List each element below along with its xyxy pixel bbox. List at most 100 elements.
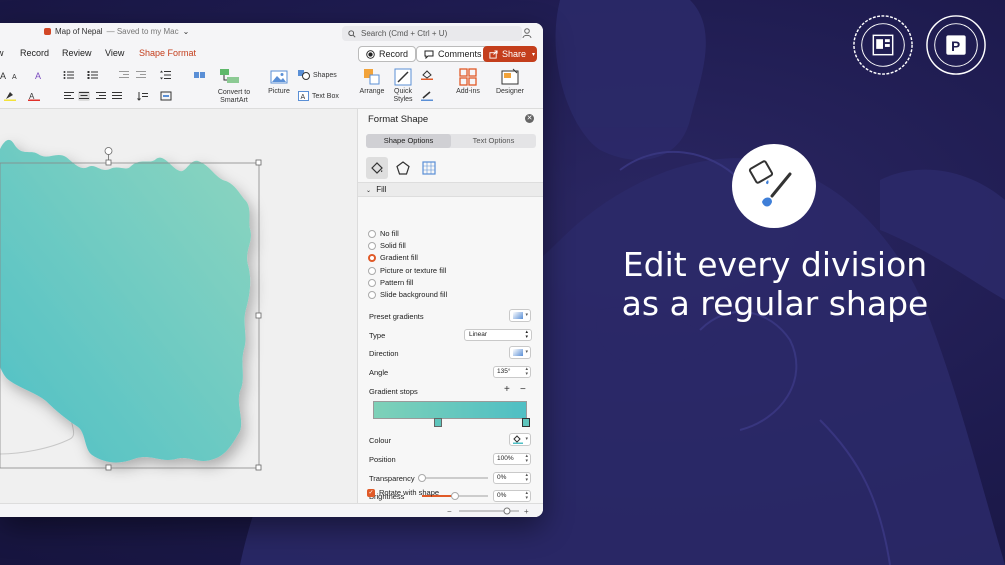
stepper-icon[interactable]: ▴ ▾ bbox=[525, 367, 528, 377]
editable-powerpoint-seal: P bbox=[926, 15, 986, 75]
comments-button[interactable]: Comments bbox=[416, 46, 490, 62]
convert-smartart-button[interactable]: Convert to SmartArt bbox=[214, 89, 254, 105]
powerpoint-window: Map of Nepal — Saved to my Mac ⌄ Search … bbox=[0, 23, 543, 517]
add-stop-button[interactable]: + bbox=[504, 384, 510, 395]
effects-tab[interactable] bbox=[392, 157, 414, 179]
slider-knob[interactable] bbox=[418, 474, 426, 482]
radio-picture-fill[interactable]: Picture or texture fill bbox=[368, 266, 446, 275]
rotate-with-shape-label: Rotate with shape bbox=[379, 488, 440, 497]
format-shape-pane: Format Shape ✕ Shape Options Text Option… bbox=[357, 109, 543, 503]
size-properties-tab[interactable] bbox=[418, 157, 440, 179]
line-spacing-icon[interactable] bbox=[160, 70, 172, 80]
decrease-indent-icon[interactable] bbox=[118, 70, 130, 80]
picture-label: Picture bbox=[268, 88, 290, 95]
text-box-button[interactable]: A Text Box bbox=[298, 91, 339, 101]
record-button[interactable]: Record bbox=[358, 46, 417, 62]
share-people-icon[interactable] bbox=[521, 27, 533, 39]
close-icon[interactable]: ✕ bbox=[525, 114, 534, 123]
checkbox-checked-icon: ✓ bbox=[367, 488, 375, 497]
font-color-icon[interactable]: A bbox=[28, 91, 40, 101]
arrange-button[interactable]: Arrange bbox=[357, 68, 387, 96]
brightness-value: 0% bbox=[497, 492, 507, 499]
zoom-slider[interactable]: − + bbox=[447, 507, 532, 515]
tab-record[interactable]: Record bbox=[20, 48, 49, 58]
tab-animations[interactable]: w bbox=[0, 48, 4, 58]
radio-no-fill[interactable]: No fill bbox=[368, 229, 399, 238]
slide-canvas[interactable] bbox=[0, 109, 357, 503]
tab-view[interactable]: View bbox=[105, 48, 124, 58]
gradient-stop-handle[interactable] bbox=[434, 418, 442, 427]
add-ins-icon bbox=[459, 68, 477, 86]
title-bar: Map of Nepal — Saved to my Mac ⌄ Search … bbox=[0, 23, 543, 43]
numbering-icon[interactable] bbox=[87, 70, 99, 80]
slider-knob[interactable] bbox=[451, 492, 459, 500]
preset-gradients-dropdown[interactable]: ▾ bbox=[509, 309, 531, 322]
transparency-slider[interactable] bbox=[418, 474, 488, 482]
align-right-icon[interactable] bbox=[95, 91, 107, 101]
bullets-icon[interactable] bbox=[63, 70, 75, 80]
text-direction-icon[interactable] bbox=[137, 91, 149, 101]
share-button[interactable]: Share ▾ bbox=[483, 46, 537, 62]
transparency-label: Transparency bbox=[369, 474, 415, 483]
align-center-icon[interactable] bbox=[78, 91, 90, 101]
rotate-with-shape-checkbox[interactable]: ✓ Rotate with shape bbox=[367, 488, 439, 497]
stepper-icon[interactable]: ▴ ▾ bbox=[525, 491, 528, 501]
fill-line-tab[interactable] bbox=[366, 157, 388, 179]
options-segmented-control: Shape Options Text Options bbox=[366, 134, 536, 148]
clear-format-icon[interactable]: A bbox=[35, 70, 47, 80]
gradient-stop-handle-selected[interactable] bbox=[522, 418, 530, 427]
direction-label: Direction bbox=[369, 349, 399, 358]
arrange-icon bbox=[364, 69, 380, 85]
designer-icon bbox=[501, 68, 519, 85]
transparency-input[interactable]: 0% ▴ ▾ bbox=[493, 472, 531, 484]
align-text-icon[interactable] bbox=[160, 91, 172, 101]
shapes-icon bbox=[298, 70, 310, 80]
radio-solid-fill[interactable]: Solid fill bbox=[368, 241, 406, 250]
designer-button[interactable]: Designer bbox=[494, 68, 526, 96]
gradient-bar[interactable] bbox=[373, 401, 527, 419]
shapes-button[interactable]: Shapes bbox=[298, 70, 337, 80]
font-size-up-icon[interactable]: A bbox=[0, 70, 12, 80]
position-label: Position bbox=[369, 455, 396, 464]
slide-content bbox=[0, 109, 357, 503]
tab-review[interactable]: Review bbox=[62, 48, 92, 58]
angle-input[interactable]: 135° ▴ ▾ bbox=[493, 366, 531, 378]
justify-icon[interactable] bbox=[111, 91, 123, 101]
type-select[interactable]: Linear ▴ ▾ bbox=[464, 329, 532, 341]
highlight-color-icon[interactable] bbox=[4, 91, 16, 101]
stepper-icon[interactable]: ▴ ▾ bbox=[525, 473, 528, 483]
direction-dropdown[interactable]: ▾ bbox=[509, 346, 531, 359]
quick-styles-icon bbox=[394, 68, 412, 86]
search-input[interactable]: Search (Cmd + Ctrl + U) bbox=[342, 26, 522, 41]
brightness-input[interactable]: 0% ▴ ▾ bbox=[493, 490, 531, 502]
shape-options-tab[interactable]: Shape Options bbox=[366, 134, 451, 148]
font-size-down-icon[interactable]: A bbox=[12, 70, 24, 80]
align-left-icon[interactable] bbox=[63, 91, 75, 101]
position-input[interactable]: 100% ▴ ▾ bbox=[493, 453, 531, 465]
add-ins-button[interactable]: Add-ins bbox=[454, 68, 482, 96]
radio-slide-background-fill[interactable]: Slide background fill bbox=[368, 290, 447, 299]
angle-value: 135° bbox=[497, 368, 511, 375]
radio-pattern-fill[interactable]: Pattern fill bbox=[368, 278, 413, 287]
shape-outline-icon[interactable] bbox=[421, 91, 433, 101]
shape-fill-icon[interactable] bbox=[421, 70, 433, 80]
picture-button[interactable]: Picture bbox=[264, 68, 294, 96]
increase-indent-icon[interactable] bbox=[135, 70, 147, 80]
smartart-icon[interactable] bbox=[219, 67, 241, 85]
record-label: Record bbox=[379, 49, 409, 59]
convert-smartart-label: Convert to SmartArt bbox=[217, 89, 251, 104]
colour-dropdown[interactable]: ▾ bbox=[509, 433, 531, 446]
add-ins-label: Add-ins bbox=[456, 88, 480, 95]
paint-bucket-icon bbox=[371, 162, 383, 174]
tab-shape-format[interactable]: Shape Format bbox=[139, 48, 196, 58]
document-title[interactable]: Map of Nepal — Saved to my Mac ⌄ bbox=[44, 27, 189, 36]
columns-icon[interactable] bbox=[194, 70, 206, 80]
text-options-tab[interactable]: Text Options bbox=[451, 134, 536, 148]
radio-gradient-fill[interactable]: Gradient fill bbox=[368, 253, 418, 262]
svg-text:+: + bbox=[524, 507, 529, 515]
quick-styles-button[interactable]: Quick Styles bbox=[389, 68, 417, 104]
fill-section-header[interactable]: ⌄ Fill bbox=[358, 182, 543, 197]
remove-stop-button[interactable]: − bbox=[520, 384, 526, 395]
stepper-icon[interactable]: ▴ ▾ bbox=[525, 454, 528, 464]
svg-text:A: A bbox=[12, 74, 17, 80]
